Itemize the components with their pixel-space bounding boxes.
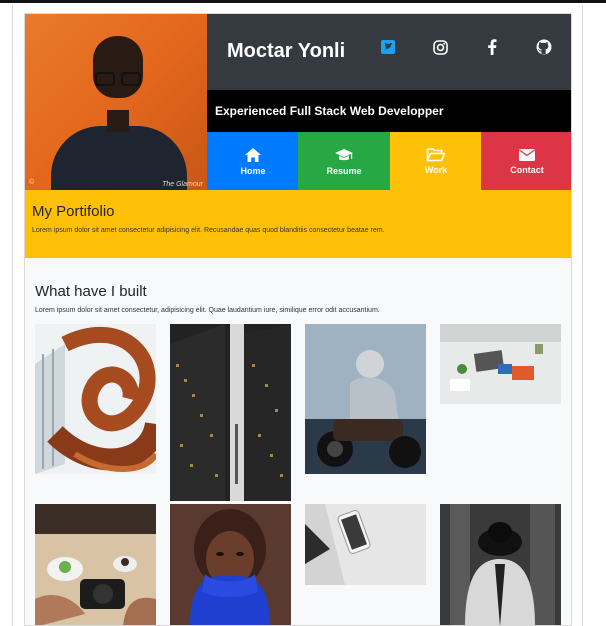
portfolio-title: My Portifolio (32, 203, 115, 220)
home-icon (245, 147, 261, 162)
instagram-icon[interactable] (431, 38, 449, 56)
phone-laptop-image (305, 504, 426, 585)
desk-workspace-image (440, 324, 561, 404)
woman-blue-sweater-image (170, 504, 291, 625)
folder-open-icon (426, 148, 446, 162)
facebook-icon[interactable] (483, 38, 501, 56)
nav-work-label: Work (424, 165, 448, 175)
graduation-cap-icon (335, 148, 353, 160)
man-hat-image (440, 504, 561, 625)
name-bar: Moctar Yonli (207, 14, 571, 90)
gallery-phone[interactable] (305, 504, 426, 585)
nav-contact-label: Contact (510, 164, 544, 175)
built-text: Lorem ipsum dolor sit amet consectetur, … (35, 307, 380, 314)
photo-glasses-right (121, 72, 141, 86)
site-owner-name: Moctar Yonli (227, 40, 346, 62)
motorcyclist-image (305, 324, 426, 474)
envelope-icon (519, 148, 535, 161)
profile-photo: © The Glamour (25, 14, 207, 190)
twitter-icon[interactable] (379, 38, 397, 56)
gallery-motorcyclist[interactable] (305, 324, 426, 474)
photo-head (93, 36, 143, 98)
portfolio-text: Lorem ipsum dolor sit amet consectetur a… (32, 227, 385, 234)
nav-home[interactable]: Home (207, 132, 299, 190)
built-title: What have I built (35, 283, 147, 300)
photo-watermark-left: © (29, 179, 35, 186)
browser-top-edge (0, 0, 606, 3)
photo-neck (107, 110, 129, 132)
tagline: Experienced Full Stack Web Developper (215, 104, 444, 118)
photo-glasses-left (95, 72, 115, 86)
skyscrapers-image (170, 324, 291, 501)
gallery-man-hat[interactable] (440, 504, 561, 625)
gallery-desk[interactable] (440, 324, 561, 404)
nav-home-label: Home (240, 165, 266, 176)
tagline-bar: Experienced Full Stack Web Developper (207, 90, 571, 132)
nav-contact[interactable]: Contact (481, 132, 571, 190)
gallery-camera[interactable] (35, 504, 156, 625)
gallery-staircase[interactable] (35, 324, 156, 474)
camera-cafe-image (35, 504, 156, 625)
spiral-staircase-image (35, 324, 156, 474)
gallery-skyscrapers[interactable] (170, 324, 291, 501)
nav-resume-label: Resume (326, 165, 362, 176)
nav-work[interactable]: Work (390, 132, 482, 190)
photo-watermark: The Glamour (162, 181, 203, 188)
portfolio-section: My Portifolio Lorem ipsum dolor sit amet… (25, 190, 571, 258)
portfolio-card: © The Glamour Moctar Yonli Experienced F… (24, 13, 572, 626)
gallery-woman[interactable] (170, 504, 291, 625)
github-icon[interactable] (535, 38, 553, 56)
nav-resume[interactable]: Resume (298, 132, 390, 190)
